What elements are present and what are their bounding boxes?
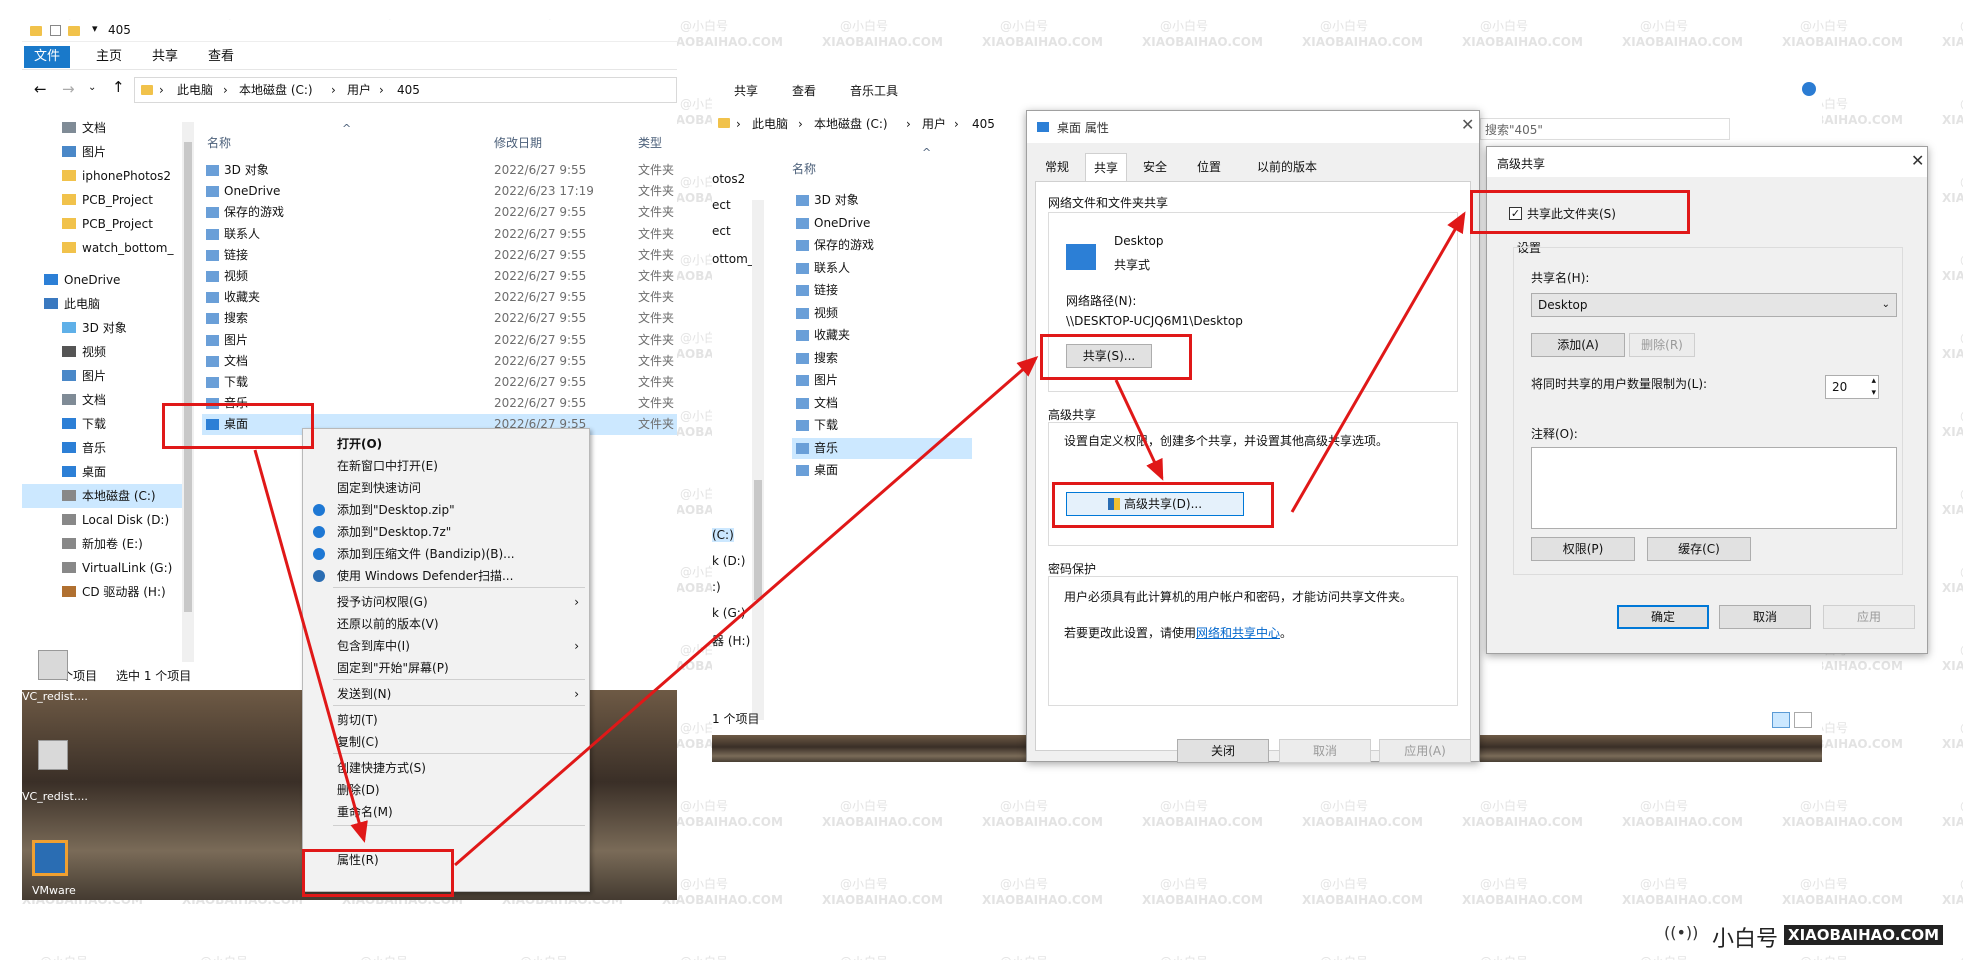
broadcast-icon: ((•)) [1664,923,1699,942]
annotation-arrow [1114,379,1164,481]
brand-en: XIAOBAIHAO.COM [1784,925,1944,945]
brand-cn: 小白号 [1712,927,1779,952]
annotation-arrow [253,449,368,843]
annotation-arrow [1290,211,1466,513]
annotation-arrows [253,211,1466,867]
brand-logo: ((•)) 小白号 XIAOBAIHAO.COM [1664,921,1963,952]
annotation-arrow [454,356,1039,867]
